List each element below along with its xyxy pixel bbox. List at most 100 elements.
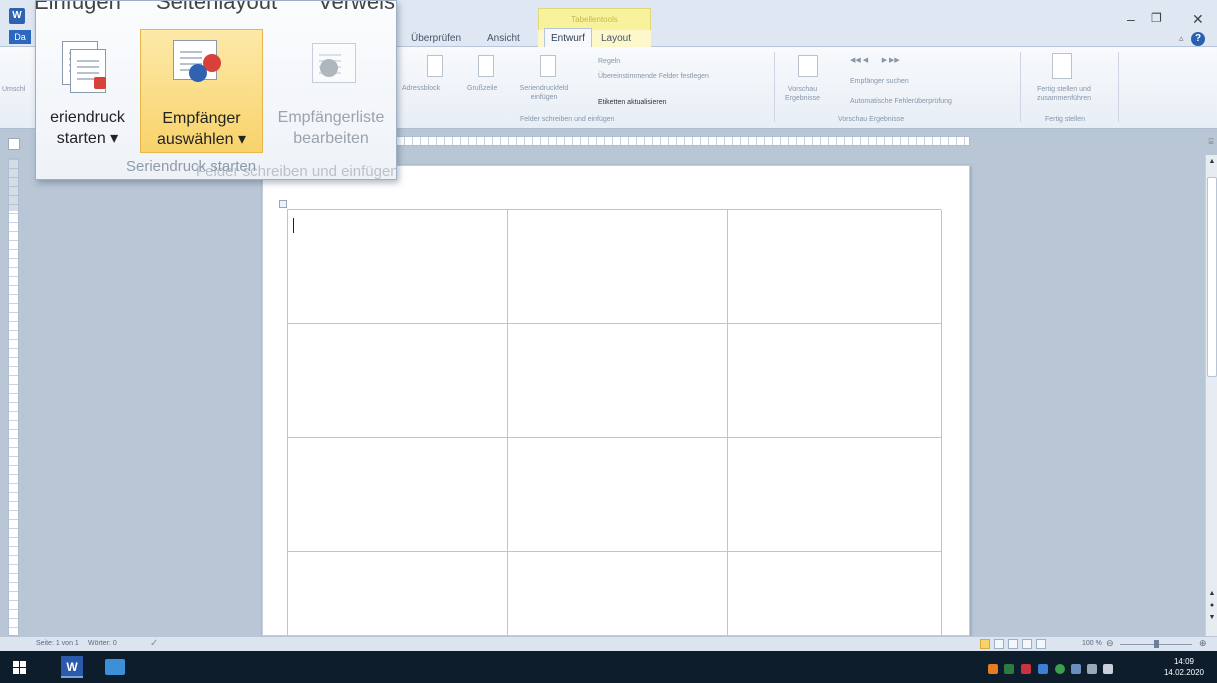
- ribbon-item-preview-results[interactable]: Vorschau Ergebnisse: [780, 85, 825, 103]
- magnified-ribbon-popup: Einfügen Seitenlayout Verweise eriendruc…: [35, 0, 397, 180]
- label-cell[interactable]: [728, 324, 942, 438]
- ribbon-item-address-block[interactable]: Adressblock: [402, 84, 440, 93]
- label-cell[interactable]: [728, 438, 942, 552]
- previous-page-icon[interactable]: ●: [1207, 601, 1217, 611]
- clock-time: 14:09: [1173, 657, 1195, 666]
- label-cell[interactable]: [508, 438, 728, 552]
- label-cell[interactable]: [288, 210, 508, 324]
- edit-recipient-list-button[interactable]: Empfängerliste bearbeiten: [264, 29, 396, 153]
- table-move-handle-icon[interactable]: [279, 200, 287, 208]
- outline-view-icon[interactable]: [1022, 639, 1032, 649]
- scroll-thumb[interactable]: [1207, 177, 1217, 377]
- scroll-up-icon[interactable]: ▲: [1207, 589, 1217, 599]
- finish-merge-icon: [1052, 53, 1072, 79]
- ribbon-item-match-fields[interactable]: Übereinstimmende Felder festlegen: [598, 72, 709, 81]
- ribbon-item-rules[interactable]: Regeln: [598, 57, 620, 66]
- ribbon-item-envelopes[interactable]: Umschl: [2, 85, 25, 94]
- group-separator: [1020, 52, 1021, 122]
- minimize-button[interactable]: –: [1127, 11, 1135, 27]
- address-block-icon: [427, 55, 443, 77]
- tray-app-icon[interactable]: [1038, 664, 1048, 674]
- tray-app-icon[interactable]: [1055, 664, 1065, 674]
- vertical-ruler[interactable]: [8, 158, 19, 636]
- group-label-preview: Vorschau Ergebnisse: [838, 116, 905, 123]
- windows-start-icon[interactable]: [13, 661, 26, 674]
- network-icon[interactable]: [1071, 664, 1081, 674]
- label-cell[interactable]: [728, 552, 942, 637]
- horizontal-ruler[interactable]: [395, 136, 970, 146]
- label-table[interactable]: [287, 209, 942, 637]
- label-cell[interactable]: [288, 324, 508, 438]
- zoom-level[interactable]: 100 %: [1082, 640, 1102, 647]
- tab-file[interactable]: Da: [9, 30, 31, 44]
- edit-recipient-list-label: bearbeiten: [293, 130, 369, 147]
- close-button[interactable]: ✕: [1192, 11, 1204, 28]
- draft-view-icon[interactable]: [1036, 639, 1046, 649]
- record-navigation[interactable]: ◀◀ ◀ ▶ ▶▶: [850, 56, 900, 65]
- system-clock[interactable]: 14:09 14.02.2020: [1160, 656, 1208, 678]
- word-taskbar-icon[interactable]: W: [61, 656, 83, 678]
- label-cell[interactable]: [508, 210, 728, 324]
- restore-button[interactable]: ❐: [1151, 11, 1162, 25]
- web-layout-icon[interactable]: [1008, 639, 1018, 649]
- group-label-write-insert: Felder schreiben und einfügen: [520, 116, 615, 123]
- battery-icon[interactable]: [1087, 664, 1097, 674]
- explorer-taskbar-icon[interactable]: [105, 659, 125, 675]
- help-icon[interactable]: ?: [1191, 32, 1205, 46]
- edit-recipient-list-label: Empfängerliste: [277, 109, 385, 126]
- text-cursor: [293, 218, 294, 233]
- zoom-slider-thumb[interactable]: [1154, 640, 1159, 648]
- ribbon-item-greeting-line[interactable]: Grußzeile: [467, 84, 497, 93]
- tab-references[interactable]: Verweise: [318, 1, 396, 15]
- view-ruler-icon[interactable]: ⌸: [1205, 137, 1217, 151]
- select-recipients-label: auswählen ▾: [157, 131, 246, 148]
- label-cell[interactable]: [508, 552, 728, 637]
- greeting-line-icon: [478, 55, 494, 77]
- zoom-in-icon[interactable]: ⊕: [1199, 638, 1207, 649]
- ribbon-item-find-recipient[interactable]: Empfänger suchen: [850, 77, 909, 86]
- minimize-ribbon-icon[interactable]: ▵: [1179, 33, 1184, 44]
- label-cell[interactable]: [288, 438, 508, 552]
- tab-page-layout[interactable]: Seitenlayout: [156, 1, 277, 15]
- tray-app-icon[interactable]: [1004, 664, 1014, 674]
- label-cell[interactable]: [288, 552, 508, 637]
- tab-view[interactable]: Ansicht: [487, 33, 520, 44]
- merge-doc-icon: [94, 77, 106, 89]
- tab-layout[interactable]: Layout: [601, 33, 631, 44]
- scroll-down-icon[interactable]: ▼: [1207, 613, 1217, 623]
- scroll-up-icon[interactable]: ▲: [1207, 157, 1217, 167]
- clock-date: 14.02.2020: [1163, 668, 1205, 677]
- select-recipients-label: Empfänger: [162, 110, 241, 127]
- zoom-out-icon[interactable]: ⊖: [1106, 638, 1114, 649]
- print-layout-icon[interactable]: [980, 639, 990, 649]
- volume-icon[interactable]: [1103, 664, 1113, 674]
- status-word-count[interactable]: Wörter: 0: [88, 640, 117, 647]
- ruler-ticks: [396, 137, 969, 145]
- proofing-icon[interactable]: ✓: [150, 638, 158, 649]
- status-bar: Seite: 1 von 1 Wörter: 0 ✓ 100 % ⊖ ⊕: [0, 636, 1217, 651]
- taskbar: W 14:09 14.02.2020: [0, 651, 1217, 683]
- tab-insert[interactable]: Einfügen: [36, 1, 121, 15]
- full-screen-reading-icon[interactable]: [994, 639, 1004, 649]
- start-mail-merge-label: eriendruck: [50, 109, 125, 126]
- tab-review[interactable]: Überprüfen: [411, 33, 461, 44]
- ribbon-item-auto-check-errors[interactable]: Automatische Fehlerüberprüfung: [850, 97, 952, 106]
- status-page-count[interactable]: Seite: 1 von 1: [36, 640, 79, 647]
- tray-app-icon[interactable]: [1021, 664, 1031, 674]
- ribbon-item-insert-merge-field[interactable]: Seriendruckfeld einfügen: [512, 84, 576, 102]
- ruler-tab-selector-icon[interactable]: [8, 138, 20, 150]
- ribbon-item-finish-merge[interactable]: Fertig stellen und zusammenführen: [1028, 85, 1100, 103]
- group-separator: [1118, 52, 1119, 122]
- select-recipients-button[interactable]: Empfänger auswählen ▾: [140, 29, 263, 153]
- word-app-icon[interactable]: W: [9, 8, 25, 24]
- ribbon-item-update-labels[interactable]: Etiketten aktualisieren: [598, 98, 666, 107]
- vertical-scrollbar[interactable]: ▲ ▲ ● ▼: [1205, 155, 1217, 636]
- tab-design[interactable]: Entwurf: [544, 28, 592, 47]
- ruler-ticks: [9, 159, 18, 635]
- preview-results-icon: [798, 55, 818, 77]
- start-mail-merge-button[interactable]: eriendruck starten ▾: [36, 29, 139, 153]
- label-cell[interactable]: [508, 324, 728, 438]
- group-label-start-mail-merge: Seriendruck starten: [126, 158, 257, 175]
- tray-app-icon[interactable]: [988, 664, 998, 674]
- label-cell[interactable]: [728, 210, 942, 324]
